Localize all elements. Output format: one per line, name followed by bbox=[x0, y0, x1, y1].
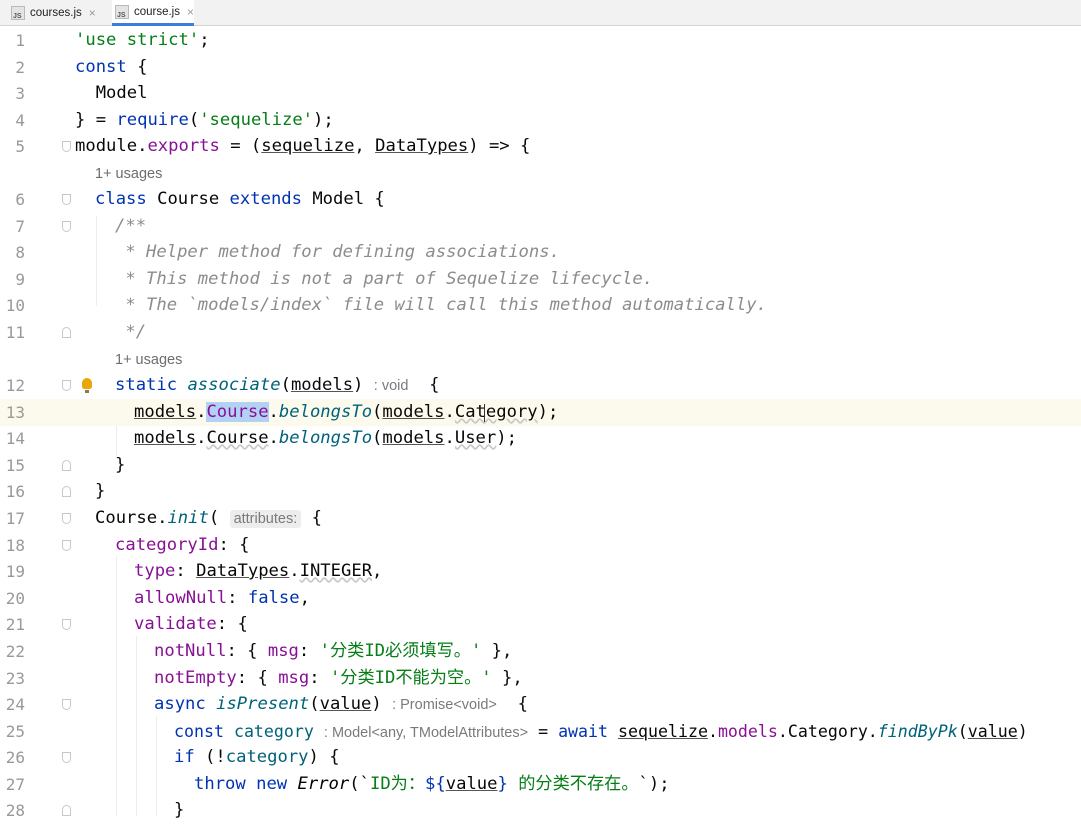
line-number: 14 bbox=[5, 429, 25, 448]
code-line: 27 throw new Error(`ID为：${value} 的分类不存在。… bbox=[0, 771, 1081, 798]
fold-toggle-icon[interactable] bbox=[62, 540, 71, 551]
tab-courses-js[interactable]: JS courses.js × bbox=[8, 0, 108, 25]
line-number: 16 bbox=[5, 482, 25, 501]
code-line: 26 if (!category) { bbox=[0, 744, 1081, 771]
line-number: 25 bbox=[5, 722, 25, 741]
fold-toggle-icon[interactable] bbox=[62, 699, 71, 710]
line-number: 4 bbox=[15, 111, 25, 130]
fold-toggle-icon[interactable] bbox=[62, 805, 71, 816]
editor-tab-bar: JS courses.js × JS course.js × bbox=[0, 0, 1081, 26]
code-line: 6 class Course extends Model { bbox=[0, 186, 1081, 213]
code-line-current: 13 models.Course.belongsTo(models.Catego… bbox=[0, 399, 1081, 426]
line-number: 17 bbox=[5, 509, 25, 528]
line-number: 10 bbox=[5, 296, 25, 315]
line-number: 21 bbox=[5, 615, 25, 634]
code-line: 18 categoryId: { bbox=[0, 532, 1081, 559]
code-line: 7 /** bbox=[0, 213, 1081, 240]
code-line: 10 * The `models/index` file will call t… bbox=[0, 292, 1081, 319]
tab-label: courses.js bbox=[30, 6, 82, 19]
close-icon[interactable]: × bbox=[89, 6, 96, 20]
line-number: 1 bbox=[15, 31, 25, 50]
line-number: 5 bbox=[15, 137, 25, 156]
javascript-file-icon: JS bbox=[11, 5, 25, 20]
line-number: 18 bbox=[5, 536, 25, 555]
line-number: 28 bbox=[5, 801, 25, 820]
line-number: 11 bbox=[5, 323, 25, 342]
fold-toggle-icon[interactable] bbox=[62, 460, 71, 471]
code-editor[interactable]: 1 'use strict'; 2 const { 3 Model 4 } = … bbox=[0, 26, 1081, 820]
code-line: 15 } bbox=[0, 452, 1081, 479]
line-number: 3 bbox=[15, 84, 25, 103]
code-line: 20 allowNull: false, bbox=[0, 585, 1081, 612]
code-line: 12 static associate(models) : void { bbox=[0, 372, 1081, 399]
code-line: 2 const { bbox=[0, 54, 1081, 81]
type-hint: : Model<any, TModelAttributes> bbox=[323, 725, 529, 741]
text-cursor bbox=[484, 404, 485, 422]
code-line: 21 validate: { bbox=[0, 611, 1081, 638]
fold-toggle-icon[interactable] bbox=[62, 194, 71, 205]
code-line: 16 } bbox=[0, 478, 1081, 505]
lightbulb-icon[interactable] bbox=[82, 378, 92, 393]
line-number: 13 bbox=[5, 403, 25, 422]
code-line: 23 notEmpty: { msg: '分类ID不能为空。' }, bbox=[0, 665, 1081, 692]
return-type-hint: : Promise<void> bbox=[392, 697, 497, 713]
code-line: 24 async isPresent(value) : Promise<void… bbox=[0, 691, 1081, 718]
tab-label: course.js bbox=[133, 5, 180, 18]
code-line: 19 type: DataTypes.INTEGER, bbox=[0, 558, 1081, 585]
line-number: 19 bbox=[5, 562, 25, 581]
code-line: 14 models.Course.belongsTo(models.User); bbox=[0, 425, 1081, 452]
selected-text: Course bbox=[206, 402, 269, 422]
line-number: 20 bbox=[5, 589, 25, 608]
line-number: 22 bbox=[5, 642, 25, 661]
line-number: 27 bbox=[5, 775, 25, 794]
code-line: 8 * Helper method for defining associati… bbox=[0, 239, 1081, 266]
fold-toggle-icon[interactable] bbox=[62, 327, 71, 338]
code-line: 1 'use strict'; bbox=[0, 27, 1081, 54]
fold-toggle-icon[interactable] bbox=[62, 380, 71, 391]
line-number: 15 bbox=[5, 456, 25, 475]
line-number: 2 bbox=[15, 58, 25, 77]
fold-toggle-icon[interactable] bbox=[62, 486, 71, 497]
code-line: 9 * This method is not a part of Sequeli… bbox=[0, 266, 1081, 293]
code-line: 4 } = require('sequelize'); bbox=[0, 107, 1081, 134]
tab-course-js[interactable]: JS course.js × bbox=[112, 0, 194, 26]
fold-toggle-icon[interactable] bbox=[62, 752, 71, 763]
line-number: 26 bbox=[5, 748, 25, 767]
line-number: 23 bbox=[5, 669, 25, 688]
code-line: 3 Model bbox=[0, 80, 1081, 107]
usages-hint[interactable]: 1+ usages bbox=[115, 347, 182, 373]
usages-hint[interactable]: 1+ usages bbox=[95, 161, 162, 187]
code-line: 28 } bbox=[0, 797, 1081, 824]
javascript-file-icon: JS bbox=[115, 4, 129, 19]
fold-toggle-icon[interactable] bbox=[62, 141, 71, 152]
line-number: 9 bbox=[15, 270, 25, 289]
line-number: 24 bbox=[5, 695, 25, 714]
fold-toggle-icon[interactable] bbox=[62, 619, 71, 630]
code-line: 22 notNull: { msg: '分类ID必须填写。' }, bbox=[0, 638, 1081, 665]
line-number: 12 bbox=[5, 376, 25, 395]
line-number: 7 bbox=[15, 217, 25, 236]
close-icon[interactable]: × bbox=[187, 5, 194, 19]
line-number: 6 bbox=[15, 190, 25, 209]
code-line: 25 const category : Model<any, TModelAtt… bbox=[0, 718, 1081, 745]
fold-toggle-icon[interactable] bbox=[62, 221, 71, 232]
code-line: 17 Course.init( attributes: { bbox=[0, 505, 1081, 532]
fold-toggle-icon[interactable] bbox=[62, 513, 71, 524]
code-line: 11 */ bbox=[0, 319, 1081, 346]
code-line: 5 module.exports = (sequelize, DataTypes… bbox=[0, 133, 1081, 160]
parameter-hint: attributes: bbox=[229, 510, 302, 528]
line-number: 8 bbox=[15, 243, 25, 262]
return-type-hint: : void bbox=[373, 378, 409, 394]
